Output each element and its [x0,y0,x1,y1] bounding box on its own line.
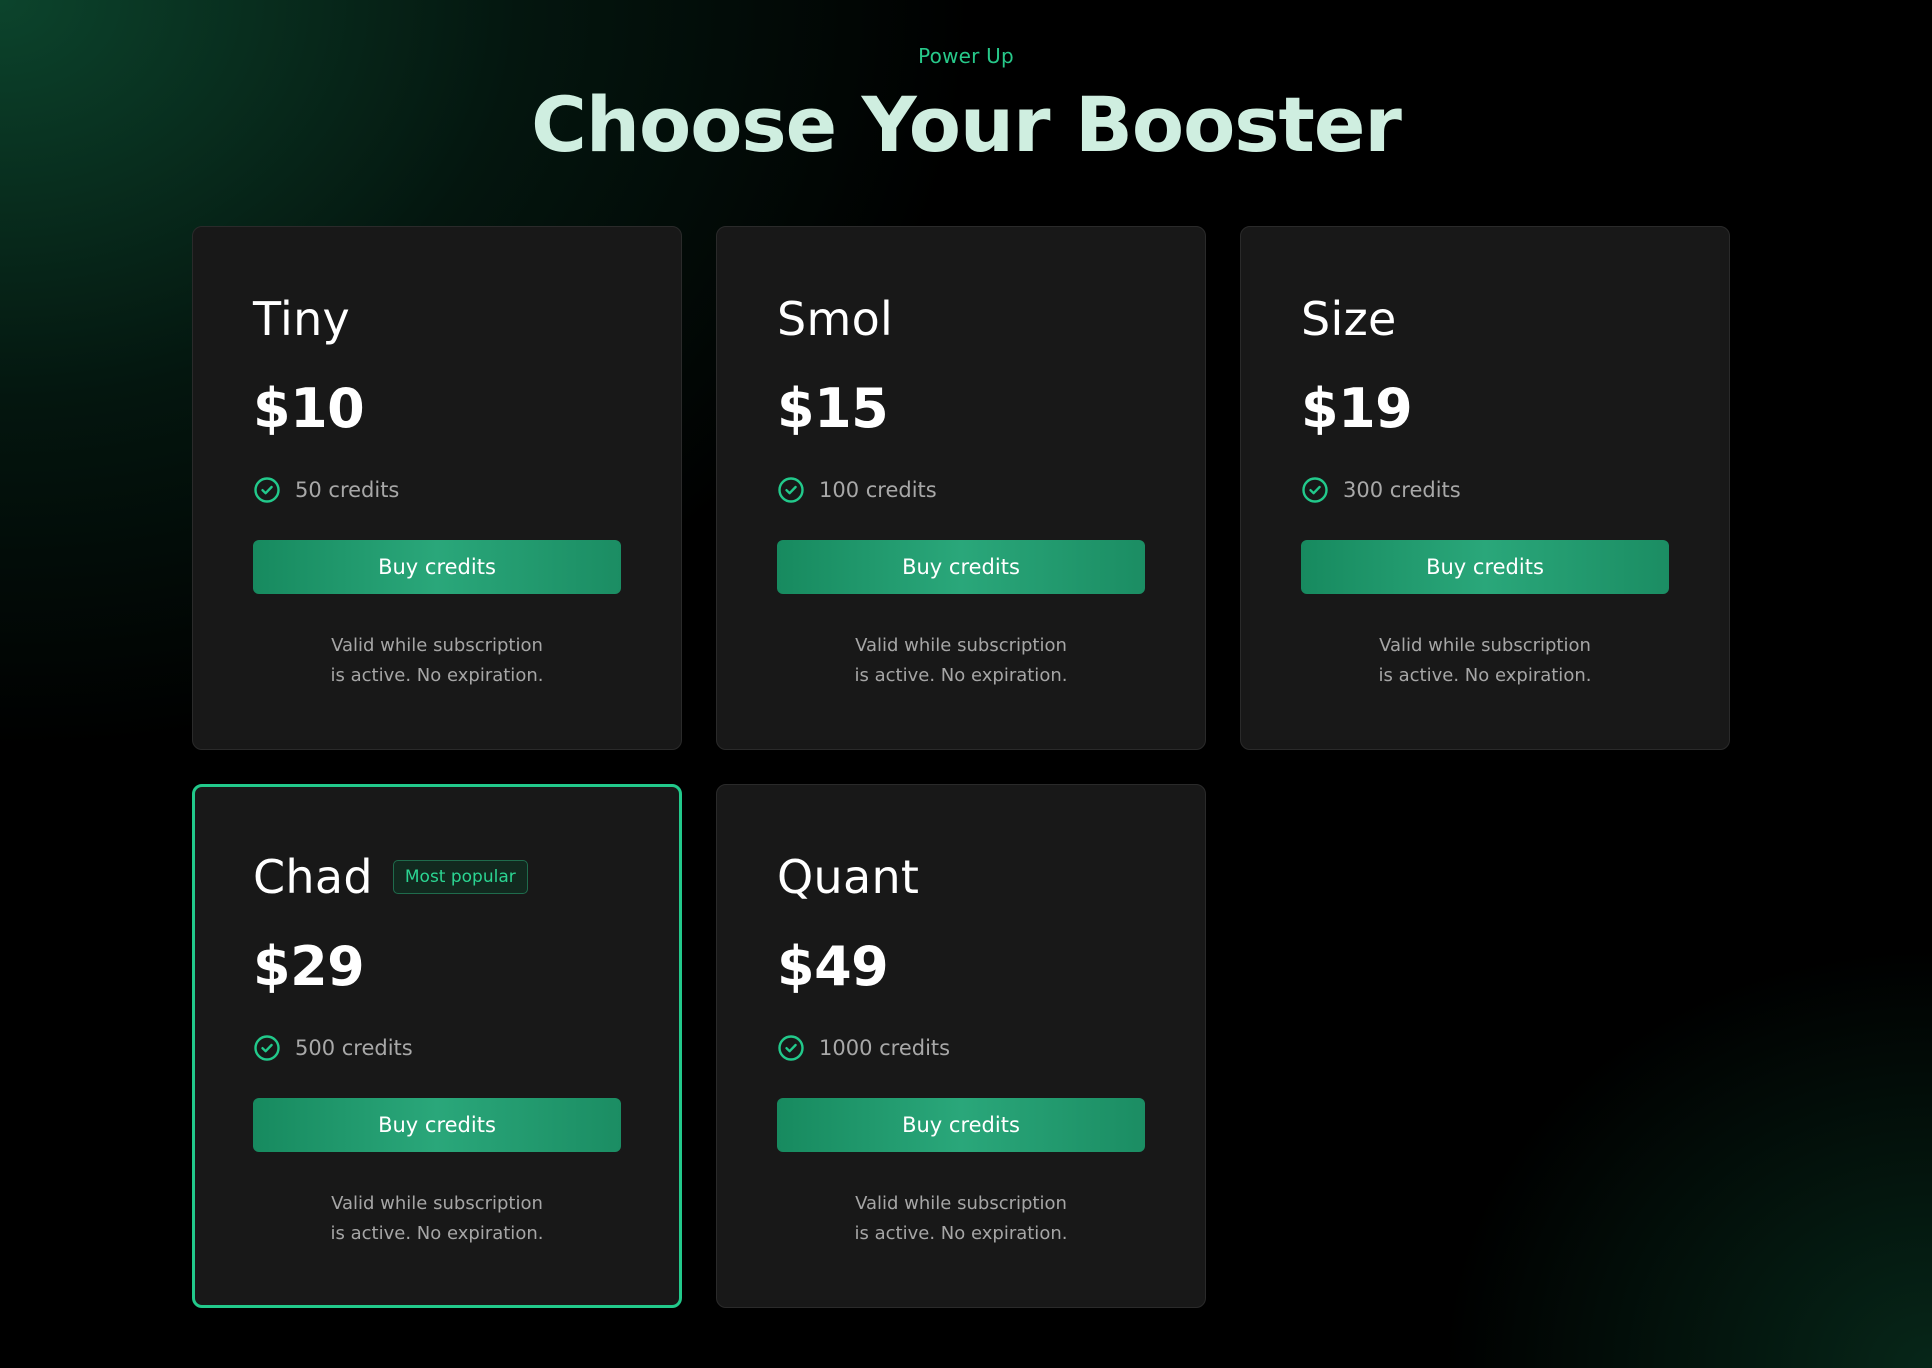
most-popular-badge: Most popular [392,860,528,894]
plan-card-size: Size $19 300 credits Buy credits Valid w… [1240,226,1730,750]
plan-note-line1: Valid while subscription [855,1193,1067,1214]
pricing-grid: Tiny $10 50 credits Buy credits Valid wh… [192,226,1732,1308]
buy-credits-button-tiny[interactable]: Buy credits [253,540,621,594]
plan-price: $49 [777,935,889,998]
buy-credits-button-smol[interactable]: Buy credits [777,540,1145,594]
plan-note-line1: Valid while subscription [855,635,1067,656]
buy-credits-button-size[interactable]: Buy credits [1301,540,1669,594]
plan-note: Valid while subscription is active. No e… [1301,631,1669,691]
plan-note: Valid while subscription is active. No e… [253,1189,621,1249]
check-circle-icon [1301,476,1329,504]
plan-price: $10 [253,377,365,440]
plan-feature: 50 credits [253,475,399,505]
plan-note: Valid while subscription is active. No e… [777,1189,1145,1249]
check-circle-icon [777,476,805,504]
plan-feature: 1000 credits [777,1033,950,1063]
plan-note: Valid while subscription is active. No e… [777,631,1145,691]
page-title: Choose Your Booster [531,80,1402,169]
check-circle-icon [777,1034,805,1062]
plan-note: Valid while subscription is active. No e… [253,631,621,691]
plan-note-line2: is active. No expiration. [1378,665,1592,686]
check-circle-icon [253,1034,281,1062]
plan-note-line1: Valid while subscription [331,635,543,656]
plan-note-line2: is active. No expiration. [854,1223,1068,1244]
plan-title-row: Quant [777,847,919,907]
plan-note-line1: Valid while subscription [1379,635,1591,656]
plan-credits: 300 credits [1343,478,1461,502]
plan-card-tiny: Tiny $10 50 credits Buy credits Valid wh… [192,226,682,750]
buy-credits-button-quant[interactable]: Buy credits [777,1098,1145,1152]
plan-price: $19 [1301,377,1413,440]
plan-name: Quant [777,850,920,904]
plan-card-chad: Chad Most popular $29 500 credits Buy cr… [192,784,682,1308]
plan-card-quant: Quant $49 1000 credits Buy credits Valid… [716,784,1206,1308]
plan-name: Size [1301,292,1397,346]
plan-price: $15 [777,377,889,440]
plan-credits: 1000 credits [819,1036,951,1060]
section-eyebrow: Power Up [918,44,1014,68]
plan-credits: 50 credits [295,478,400,502]
plan-credits: 500 credits [295,1036,413,1060]
check-circle-icon [253,476,281,504]
plan-price: $29 [253,935,365,998]
plan-name: Chad [253,850,373,904]
plan-feature: 100 credits [777,475,937,505]
plan-name: Smol [777,292,894,346]
plan-name: Tiny [253,292,351,346]
plan-title-row: Size [1301,289,1397,349]
plan-title-row: Smol [777,289,893,349]
plan-note-line2: is active. No expiration. [854,665,1068,686]
plan-note-line2: is active. No expiration. [330,665,544,686]
plan-note-line2: is active. No expiration. [330,1223,544,1244]
plan-credits: 100 credits [819,478,937,502]
plan-note-line1: Valid while subscription [331,1193,543,1214]
buy-credits-button-chad[interactable]: Buy credits [253,1098,621,1152]
plan-title-row: Tiny [253,289,350,349]
plan-feature: 500 credits [253,1033,413,1063]
plan-card-smol: Smol $15 100 credits Buy credits Valid w… [716,226,1206,750]
plan-feature: 300 credits [1301,475,1461,505]
plan-title-row: Chad Most popular [253,847,528,907]
